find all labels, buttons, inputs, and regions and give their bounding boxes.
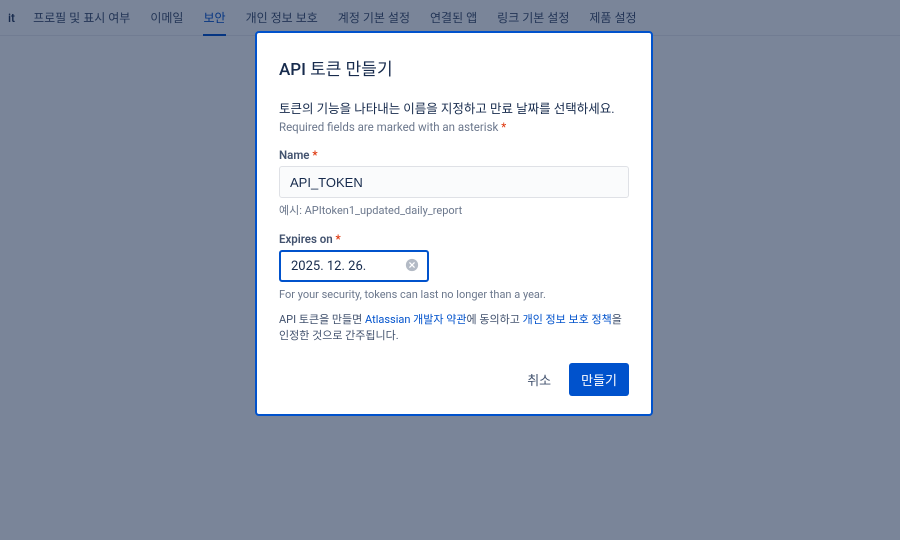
- developer-terms-link[interactable]: Atlassian 개발자 약관: [365, 313, 467, 326]
- required-note-text: Required fields are marked with an aster…: [279, 120, 501, 134]
- consent-mid: 에 동의하고: [467, 313, 523, 326]
- expires-label-text: Expires on: [279, 232, 333, 246]
- create-button[interactable]: 만들기: [569, 363, 629, 396]
- security-note: For your security, tokens can last no lo…: [279, 288, 629, 301]
- consent-prefix: API 토큰을 만들면: [279, 313, 365, 326]
- token-name-input[interactable]: [279, 166, 629, 198]
- clear-icon[interactable]: [405, 257, 419, 276]
- dialog-description: 토큰의 기능을 나타내는 이름을 지정하고 만료 날짜를 선택하세요.: [279, 98, 629, 117]
- dialog-actions: 취소 만들기: [279, 363, 629, 396]
- expires-on-value: 2025. 12. 26.: [291, 259, 405, 274]
- required-asterisk: *: [312, 148, 317, 162]
- required-fields-note: Required fields are marked with an aster…: [279, 120, 629, 134]
- privacy-policy-link[interactable]: 개인 정보 보호 정책: [523, 313, 612, 326]
- name-helper-text: 예시: APItoken1_updated_daily_report: [279, 202, 629, 218]
- required-asterisk: *: [501, 120, 506, 134]
- required-asterisk: *: [336, 232, 341, 246]
- name-label: Name *: [279, 148, 629, 162]
- consent-text: API 토큰을 만들면 Atlassian 개발자 약관에 동의하고 개인 정보…: [279, 311, 629, 343]
- cancel-button[interactable]: 취소: [517, 364, 561, 395]
- dialog-title: API 토큰 만들기: [279, 55, 629, 80]
- expires-on-input[interactable]: 2025. 12. 26.: [279, 250, 429, 282]
- expires-label: Expires on *: [279, 232, 629, 246]
- name-label-text: Name: [279, 148, 310, 162]
- create-api-token-dialog: API 토큰 만들기 토큰의 기능을 나타내는 이름을 지정하고 만료 날짜를 …: [255, 31, 653, 416]
